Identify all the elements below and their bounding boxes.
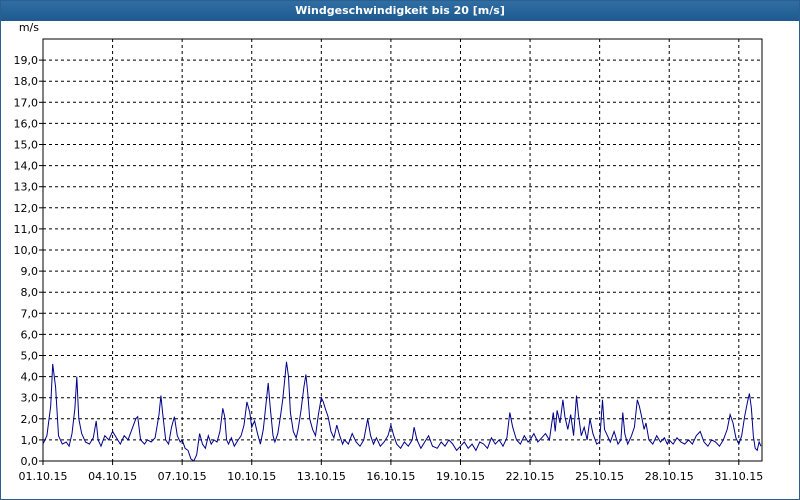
y-tick-label: 6,0 (21, 328, 39, 341)
plot-area (42, 38, 763, 462)
y-tick-label: 9,0 (21, 265, 39, 278)
y-tick-label: 18,0 (14, 75, 39, 88)
y-tick-label: 3,0 (21, 392, 39, 405)
y-axis-ticks: 0,0 1,0 2,0 3,0 4,0 5,0 6,0 7,0 8,0 9,0 10,0 11,0 12… (14, 54, 43, 468)
y-tick-label: 12,0 (14, 202, 39, 215)
y-tick-label: 19,0 (14, 54, 39, 67)
x-tick-label: 28.10.15 (645, 470, 694, 483)
y-tick-label: 10,0 (14, 244, 39, 257)
y-axis-unit-label: m/s (19, 21, 39, 34)
x-tick-label: 13.10.15 (297, 470, 346, 483)
y-tick-label: 7,0 (21, 307, 39, 320)
x-tick-label: 31.10.15 (714, 470, 763, 483)
y-tick-label: 4,0 (21, 371, 39, 384)
x-tick-label: 22.10.15 (506, 470, 555, 483)
y-tick-label: 16,0 (14, 117, 39, 130)
y-tick-label: 8,0 (21, 286, 39, 299)
x-tick-label: 16.10.15 (366, 470, 415, 483)
x-tick-label: 07.10.15 (158, 470, 207, 483)
x-tick-label: 10.10.15 (227, 470, 276, 483)
x-tick-label: 19.10.15 (436, 470, 485, 483)
y-tick-label: 17,0 (14, 96, 39, 109)
y-tick-label: 2,0 (21, 413, 39, 426)
y-tick-label: 13,0 (14, 181, 39, 194)
y-tick-label: 15,0 (14, 139, 39, 152)
x-axis-ticks: 01.10.15 04.10.15 07.10.15 10.10.15 13.10.15… (19, 461, 763, 483)
y-tick-label: 1,0 (21, 434, 39, 447)
chart-title: Windgeschwindigkeit bis 20 [m/s] (1, 1, 799, 21)
y-tick-label: 14,0 (14, 160, 39, 173)
y-tick-label: 5,0 (21, 350, 39, 363)
x-tick-label: 25.10.15 (575, 470, 624, 483)
chart-plot: 0,0 1,0 2,0 3,0 4,0 5,0 6,0 7,0 8,0 9,0 10,0 11,0 12… (14, 21, 764, 483)
x-tick-label: 01.10.15 (19, 470, 68, 483)
chart-window: Windgeschwindigkeit bis 20 [m/s] 0,0 1,0 2… (0, 0, 800, 500)
y-tick-label: 0,0 (21, 455, 39, 468)
x-tick-label: 04.10.15 (88, 470, 137, 483)
y-tick-label: 11,0 (14, 223, 39, 236)
